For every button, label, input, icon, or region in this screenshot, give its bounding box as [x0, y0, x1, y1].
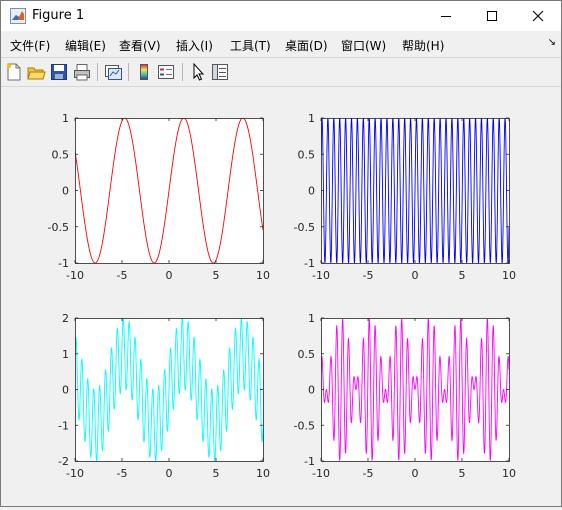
menu-window[interactable]: 窗口(W)	[341, 37, 386, 54]
x-tick-label: 0	[166, 467, 173, 480]
x-tick-label: 5	[459, 467, 466, 480]
maximize-button[interactable]	[469, 1, 515, 31]
x-tick-label: 5	[213, 269, 220, 282]
y-tick-label: 1	[308, 312, 315, 325]
menu-insert[interactable]: 插入(I)	[176, 37, 213, 54]
x-tick-label: -5	[117, 467, 128, 480]
close-button[interactable]	[515, 1, 561, 31]
y-tick-label: 2	[62, 312, 69, 325]
x-tick-label: -5	[117, 269, 128, 282]
x-tick-label: -10	[66, 269, 84, 282]
y-tick-label: 1	[62, 348, 69, 361]
menu-tools[interactable]: 工具(T)	[230, 37, 271, 54]
y-tick-label: 0.5	[298, 348, 316, 361]
x-tick-label: 10	[256, 467, 270, 480]
open-file-button[interactable]	[26, 62, 46, 82]
y-tick-label: -0.5	[48, 221, 69, 234]
window-title: Figure 1	[32, 8, 85, 23]
menu-edit[interactable]: 编辑(E)	[65, 37, 106, 54]
x-tick-label: 10	[502, 467, 516, 480]
colorbar-icon	[140, 64, 148, 80]
x-tick-label: -10	[312, 269, 330, 282]
menu-view[interactable]: 查看(V)	[119, 37, 161, 54]
subplot-4: -10 -5 0 5 10 1 0.5 0 -0.5 -1	[294, 312, 516, 480]
figure-canvas: -10 -5 0 5 10 1 0.5 0 -0.5 -1 -10 -5 0 5 10 1 0.5 0 -0.5 -1…	[1, 87, 561, 506]
x-tick-label: 10	[256, 269, 270, 282]
y-tick-label: 0	[62, 384, 69, 397]
x-tick-label: 0	[166, 269, 173, 282]
x-tick-label: -5	[363, 467, 374, 480]
close-icon	[532, 10, 544, 22]
x-tick-label: 5	[213, 467, 220, 480]
new-figure-button[interactable]	[4, 62, 24, 82]
subplot-1: -10 -5 0 5 10 1 0.5 0 -0.5 -1	[48, 112, 270, 282]
save-button[interactable]	[49, 62, 69, 82]
y-tick-label: 0.5	[298, 148, 316, 161]
x-tick-label: -5	[363, 269, 374, 282]
maximize-icon	[487, 11, 497, 21]
y-tick-label: 0	[62, 185, 69, 198]
title-bar[interactable]: Figure 1	[1, 1, 561, 31]
y-tick-label: 1	[308, 112, 315, 125]
property-inspector-button[interactable]	[210, 62, 230, 82]
x-tick-label: 0	[412, 269, 419, 282]
figure-toolbar	[1, 57, 561, 87]
menu-file[interactable]: 文件(F)	[10, 37, 50, 54]
minimize-button[interactable]	[423, 1, 469, 31]
y-tick-label: 1	[62, 112, 69, 125]
menu-desktop[interactable]: 桌面(D)	[285, 37, 328, 54]
y-tick-label: -0.5	[294, 419, 315, 432]
y-tick-label: 0	[308, 185, 315, 198]
y-tick-label: -1	[58, 257, 69, 270]
new-file-icon	[6, 63, 21, 81]
link-plot-icon	[105, 65, 122, 80]
print-button[interactable]	[72, 62, 92, 82]
legend-icon	[158, 65, 174, 79]
pointer-arrow-icon	[193, 62, 205, 81]
x-tick-label: 5	[459, 269, 466, 282]
menu-bar: 文件(F) 编辑(E) 查看(V) 插入(I) 工具(T) 桌面(D) 窗口(W…	[1, 31, 561, 57]
toolbar-separator	[128, 63, 129, 81]
y-tick-label: -1	[58, 419, 69, 432]
y-tick-label: -0.5	[294, 221, 315, 234]
x-tick-label: 10	[502, 269, 516, 282]
subplot-3: -10 -5 0 5 10210-1-2	[58, 312, 270, 480]
printer-icon	[74, 64, 90, 81]
save-disk-icon	[51, 64, 67, 80]
figure-plots: -10 -5 0 5 1010.50-0.5-1-10 -5 0 5 1010.50-0.5-1…	[48, 112, 516, 480]
open-folder-icon	[27, 67, 46, 80]
x-tick-label: -10	[66, 467, 84, 480]
y-tick-label: -2	[58, 455, 69, 468]
subplot-2: -10 -5 0 5 10 1 0.5 0 -0.5 -1	[294, 112, 516, 282]
y-tick-label: -1	[304, 455, 315, 468]
x-tick-label: -10	[312, 467, 330, 480]
menu-help[interactable]: 帮助(H)	[402, 37, 444, 54]
link-plot-button[interactable]	[103, 62, 123, 82]
edit-plot-button[interactable]	[188, 62, 208, 82]
matlab-icon	[10, 8, 26, 24]
minimize-icon	[441, 16, 451, 17]
y-tick-label: 0.5	[52, 148, 70, 161]
x-tick-label: 0	[412, 467, 419, 480]
y-tick-label: -1	[304, 257, 315, 270]
toolbar-separator	[97, 63, 98, 81]
toolbar-separator	[182, 63, 183, 81]
insert-colorbar-button[interactable]	[134, 62, 154, 82]
y-tick-label: 0	[308, 384, 315, 397]
insert-legend-button[interactable]	[156, 62, 176, 82]
property-inspector-icon	[212, 64, 228, 80]
menu-overflow-icon[interactable]: ↘	[548, 37, 556, 48]
figure-window: Figure 1 文件(F) 编辑(E) 查看(V) 插入(I) 工具(T) 桌…	[0, 0, 562, 507]
